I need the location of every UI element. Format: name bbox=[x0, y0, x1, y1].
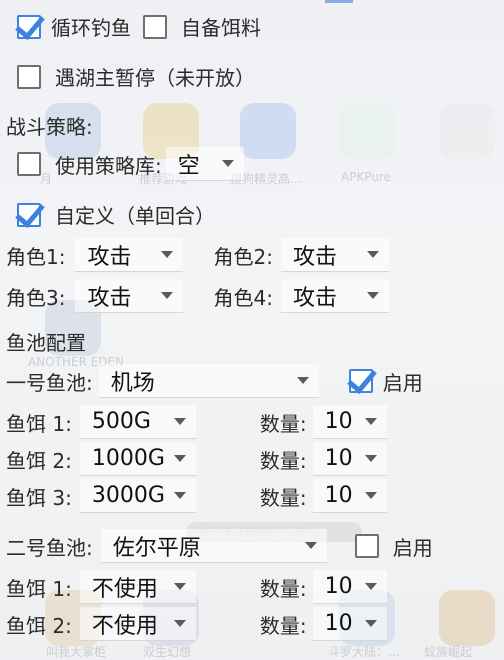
pool2-label: 二号鱼池: bbox=[6, 535, 93, 560]
bait-value: 500G bbox=[91, 409, 151, 434]
chevron-down-icon bbox=[161, 251, 174, 258]
pool1-bait3-select[interactable]: 3000G bbox=[79, 479, 196, 513]
quantity-label: 数量: bbox=[259, 576, 307, 601]
custom-strategy-checkbox[interactable] bbox=[15, 196, 45, 228]
option-row: 循环钓鱼 自备饵料 bbox=[15, 8, 261, 41]
quantity-value: 10 bbox=[324, 611, 353, 636]
pause-on-boss-label: 遇湖主暂停（未开放） bbox=[55, 66, 255, 90]
battle-strategy-title: 战斗策略: bbox=[6, 115, 93, 139]
pool1-bait2-quantity-select[interactable]: 10 bbox=[312, 442, 387, 476]
pool2-enable-label: 启用 bbox=[392, 535, 433, 560]
bait-label: 鱼饵 2: bbox=[6, 613, 72, 638]
chevron-down-icon bbox=[366, 292, 379, 299]
pool2-bait2-select[interactable]: 不使用 bbox=[79, 607, 196, 641]
quantity-label: 数量: bbox=[259, 448, 307, 473]
chevron-down-icon bbox=[173, 455, 186, 462]
pause-on-boss-checkbox[interactable] bbox=[17, 64, 41, 89]
role4-action-select[interactable]: 攻击 bbox=[280, 279, 389, 313]
bait-label: 鱼饵 1: bbox=[6, 411, 72, 436]
role-action-value: 攻击 bbox=[292, 244, 337, 270]
strategy-library-select[interactable]: 空 bbox=[165, 147, 244, 181]
bait-label: 鱼饵 3: bbox=[6, 485, 72, 510]
role-action-value: 攻击 bbox=[292, 285, 337, 311]
quantity-value: 10 bbox=[324, 409, 353, 434]
chevron-down-icon bbox=[364, 583, 377, 590]
pool1-row: 一号鱼池: 机场 启用 bbox=[6, 363, 423, 398]
chevron-down-icon bbox=[304, 542, 317, 549]
pool2-enable-checkbox[interactable] bbox=[354, 534, 379, 558]
quantity-label: 数量: bbox=[259, 411, 307, 436]
bait-value: 不使用 bbox=[91, 613, 158, 639]
pool1-enable-label: 启用 bbox=[382, 370, 423, 395]
pool2-select[interactable]: 佐尔平原 bbox=[100, 529, 327, 563]
pool2-value: 佐尔平原 bbox=[112, 535, 201, 561]
quantity-value: 10 bbox=[324, 483, 353, 508]
loop-fishing-label: 循环钓鱼 bbox=[51, 16, 131, 40]
role2-action-select[interactable]: 攻击 bbox=[280, 238, 389, 272]
pool2-row: 二号鱼池: 佐尔平原 启用 bbox=[6, 529, 433, 563]
chevron-down-icon bbox=[364, 455, 377, 462]
chevron-down-icon bbox=[173, 492, 186, 499]
pool1-bait2-select[interactable]: 1000G bbox=[79, 442, 196, 476]
bait-value: 1000G bbox=[91, 446, 165, 471]
role-label: 角色4: bbox=[213, 285, 273, 310]
custom-strategy-row: 自定义（单回合） bbox=[15, 196, 215, 229]
roles-row: 角色3: 攻击 角色4: 攻击 bbox=[6, 279, 389, 313]
option-row: 遇湖主暂停（未开放） bbox=[17, 62, 255, 91]
own-bait-label: 自备饵料 bbox=[181, 16, 261, 40]
bait-row: 鱼饵 1: 500G 数量: 10 bbox=[6, 405, 387, 439]
bait-label: 鱼饵 1: bbox=[6, 576, 72, 601]
custom-strategy-label: 自定义（单回合） bbox=[55, 204, 215, 228]
roles-row: 角色1: 攻击 角色2: 攻击 bbox=[6, 238, 389, 272]
chevron-down-icon bbox=[173, 418, 186, 425]
role-label: 角色2: bbox=[213, 244, 273, 269]
chevron-down-icon bbox=[173, 583, 186, 590]
pool1-bait1-quantity-select[interactable]: 10 bbox=[312, 405, 387, 439]
chevron-down-icon bbox=[221, 160, 234, 167]
pool1-bait1-select[interactable]: 500G bbox=[79, 405, 196, 439]
chevron-down-icon bbox=[161, 292, 174, 299]
bait-value: 3000G bbox=[91, 483, 165, 508]
chevron-down-icon bbox=[364, 418, 377, 425]
fishing-settings-panel: 循环钓鱼 自备饵料 遇湖主暂停（未开放） 战斗策略: 使用策略库: 空 自定义（… bbox=[0, 0, 504, 657]
bait-row: 鱼饵 2: 不使用 数量: 10 bbox=[6, 607, 387, 641]
pool1-bait3-quantity-select[interactable]: 10 bbox=[312, 479, 387, 513]
chevron-down-icon bbox=[366, 251, 379, 258]
chevron-down-icon bbox=[296, 377, 309, 384]
use-library-checkbox[interactable] bbox=[17, 152, 41, 176]
role3-action-select[interactable]: 攻击 bbox=[75, 279, 184, 313]
quantity-value: 10 bbox=[324, 574, 353, 599]
quantity-value: 10 bbox=[324, 446, 353, 471]
bait-label: 鱼饵 2: bbox=[6, 448, 72, 473]
bait-row: 鱼饵 1: 不使用 数量: 10 bbox=[6, 570, 387, 604]
strategy-library-value: 空 bbox=[177, 153, 200, 179]
quantity-label: 数量: bbox=[259, 613, 307, 638]
pool1-label: 一号鱼池: bbox=[6, 370, 93, 395]
role-label: 角色1: bbox=[6, 244, 66, 269]
chevron-down-icon bbox=[364, 492, 377, 499]
role1-action-select[interactable]: 攻击 bbox=[75, 238, 184, 272]
own-bait-checkbox[interactable] bbox=[143, 14, 167, 39]
pool2-bait1-select[interactable]: 不使用 bbox=[79, 570, 196, 604]
quantity-label: 数量: bbox=[259, 485, 307, 510]
loop-fishing-checkbox[interactable] bbox=[15, 8, 45, 40]
chevron-down-icon bbox=[173, 620, 186, 627]
pool-config-title: 鱼池配置 bbox=[6, 331, 86, 355]
role-action-value: 攻击 bbox=[87, 244, 132, 270]
strategy-library-row: 使用策略库: 空 bbox=[17, 147, 244, 181]
chevron-down-icon bbox=[364, 620, 377, 627]
bait-row: 鱼饵 2: 1000G 数量: 10 bbox=[6, 442, 387, 476]
pool-config-heading: 鱼池配置 bbox=[6, 327, 86, 356]
pool2-bait1-quantity-select[interactable]: 10 bbox=[312, 570, 387, 604]
role-action-value: 攻击 bbox=[87, 285, 132, 311]
pool1-select[interactable]: 机场 bbox=[98, 364, 319, 398]
battle-strategy-heading: 战斗策略: bbox=[6, 111, 93, 140]
pool1-enable-checkbox[interactable] bbox=[346, 363, 377, 394]
pool2-bait2-quantity-select[interactable]: 10 bbox=[312, 607, 387, 641]
bait-row: 鱼饵 3: 3000G 数量: 10 bbox=[6, 479, 387, 513]
use-library-label: 使用策略库: bbox=[55, 153, 162, 178]
pool1-value: 机场 bbox=[110, 370, 155, 396]
bait-value: 不使用 bbox=[91, 576, 158, 602]
role-label: 角色3: bbox=[6, 285, 66, 310]
